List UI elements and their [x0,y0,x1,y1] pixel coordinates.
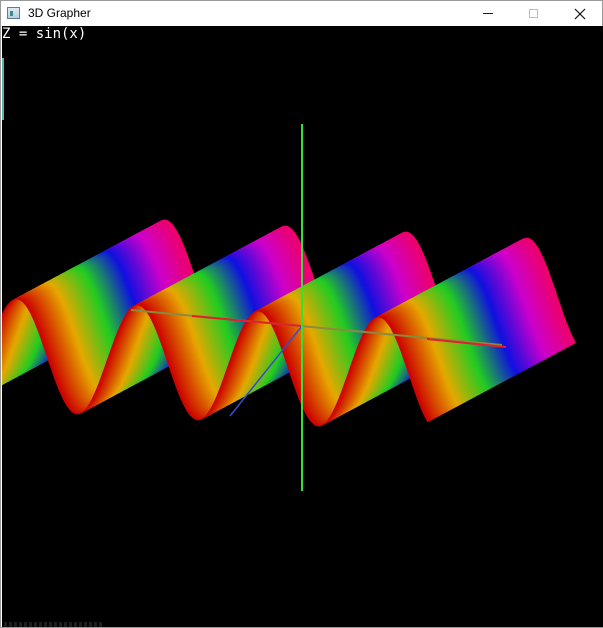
window-edge-strip [2,58,4,120]
app-window-icon [7,7,20,19]
minimize-button[interactable] [465,1,510,26]
window-title: 3D Grapher [28,6,91,20]
maximize-button[interactable] [511,1,556,26]
title-bar[interactable]: 3D Grapher [1,1,602,26]
equation-label: Z = sin(x) [2,26,87,42]
maximize-icon [529,9,538,18]
minimize-icon [482,13,493,14]
app-window: 3D Grapher Z = sin(x) [0,0,603,628]
close-icon [574,8,585,19]
close-button[interactable] [557,1,602,26]
status-ghost-text [4,622,104,627]
surface-plot [2,124,577,491]
graph-viewport[interactable]: Z = sin(x) [2,26,603,627]
